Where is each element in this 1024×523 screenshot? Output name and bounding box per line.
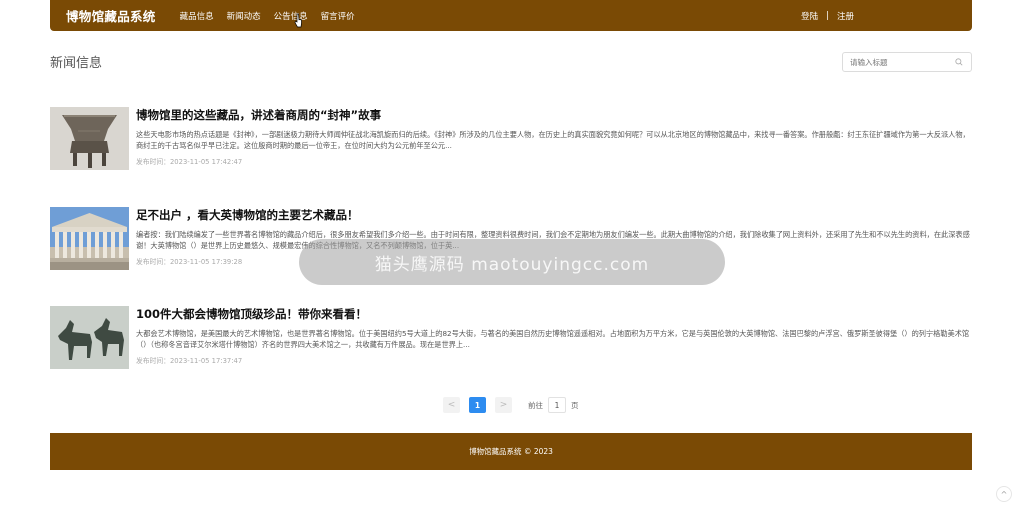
news-thumbnail-museum-building[interactable] bbox=[50, 207, 129, 270]
news-excerpt: 这些天电影市场的热点话题是《封神》，一部剧迷极力期待大师闻仲征战北海凯旋而归的后… bbox=[136, 130, 970, 150]
footer: 博物馆藏品系统 © 2023 bbox=[50, 433, 972, 470]
prev-page-button[interactable]: < bbox=[443, 397, 460, 413]
page-title: 新闻信息 bbox=[50, 56, 103, 71]
search-input[interactable] bbox=[850, 54, 950, 70]
next-page-button[interactable]: > bbox=[495, 397, 512, 413]
auth-separator: | bbox=[826, 10, 829, 21]
search-icon[interactable] bbox=[955, 58, 963, 66]
back-to-top-button[interactable]: ^ bbox=[996, 486, 1012, 502]
news-thumbnail-horse-statues[interactable] bbox=[50, 306, 129, 369]
login-link[interactable]: 登陆 bbox=[801, 10, 818, 22]
page-suffix: 页 bbox=[571, 400, 579, 410]
site-brand[interactable]: 博物馆藏品系统 bbox=[66, 6, 156, 25]
nav-item-announcements[interactable]: 公告信息 bbox=[274, 10, 308, 22]
top-navbar: 博物馆藏品系统 藏品信息 新闻动态 公告信息 留言评价 登陆 | 注册 bbox=[50, 0, 972, 31]
mouse-pointer-icon bbox=[294, 13, 302, 28]
nav-item-news[interactable]: 新闻动态 bbox=[227, 10, 261, 22]
news-thumbnail-bronze-vessel[interactable] bbox=[50, 107, 129, 170]
pagination: < 1 > 前往 页 bbox=[443, 397, 579, 413]
news-title[interactable]: 足不出户 ，看大英博物馆的主要艺术藏品！ bbox=[136, 207, 972, 223]
news-date: 发布时间：2023-11-05 17:42:47 bbox=[136, 158, 243, 166]
nav-item-messages[interactable]: 留言评价 bbox=[321, 10, 355, 22]
watermark-banner: 猫头鹰源码 maotouyingcc.com bbox=[299, 239, 725, 285]
main-nav: 藏品信息 新闻动态 公告信息 留言评价 bbox=[180, 10, 368, 22]
news-item[interactable]: 100件大都会博物馆顶级珍品！带你来看看！ 大都会艺术博物馆，是美国最大的艺术博… bbox=[50, 306, 972, 371]
news-title[interactable]: 100件大都会博物馆顶级珍品！带你来看看！ bbox=[136, 306, 972, 322]
search-box bbox=[842, 52, 972, 72]
auth-links: 登陆 | 注册 bbox=[801, 10, 854, 22]
news-excerpt: 大都会艺术博物馆，是美国最大的艺术博物馆，也是世界著名博物馆。位于美国纽约5号大… bbox=[136, 329, 970, 349]
register-link[interactable]: 注册 bbox=[837, 10, 854, 22]
goto-label: 前往 bbox=[528, 400, 543, 410]
nav-item-collections[interactable]: 藏品信息 bbox=[180, 10, 214, 22]
goto-page-input[interactable] bbox=[548, 397, 566, 413]
chevron-up-icon: ^ bbox=[1000, 489, 1008, 499]
news-item[interactable]: 博物馆里的这些藏品，讲述着商周的“封神”故事 这些天电影市场的热点话题是《封神》… bbox=[50, 107, 972, 172]
footer-copyright: 博物馆藏品系统 © 2023 bbox=[469, 447, 553, 456]
news-date: 发布时间：2023-11-05 17:37:47 bbox=[136, 357, 243, 365]
page-button-current[interactable]: 1 bbox=[469, 397, 486, 413]
news-title[interactable]: 博物馆里的这些藏品，讲述着商周的“封神”故事 bbox=[136, 107, 972, 123]
